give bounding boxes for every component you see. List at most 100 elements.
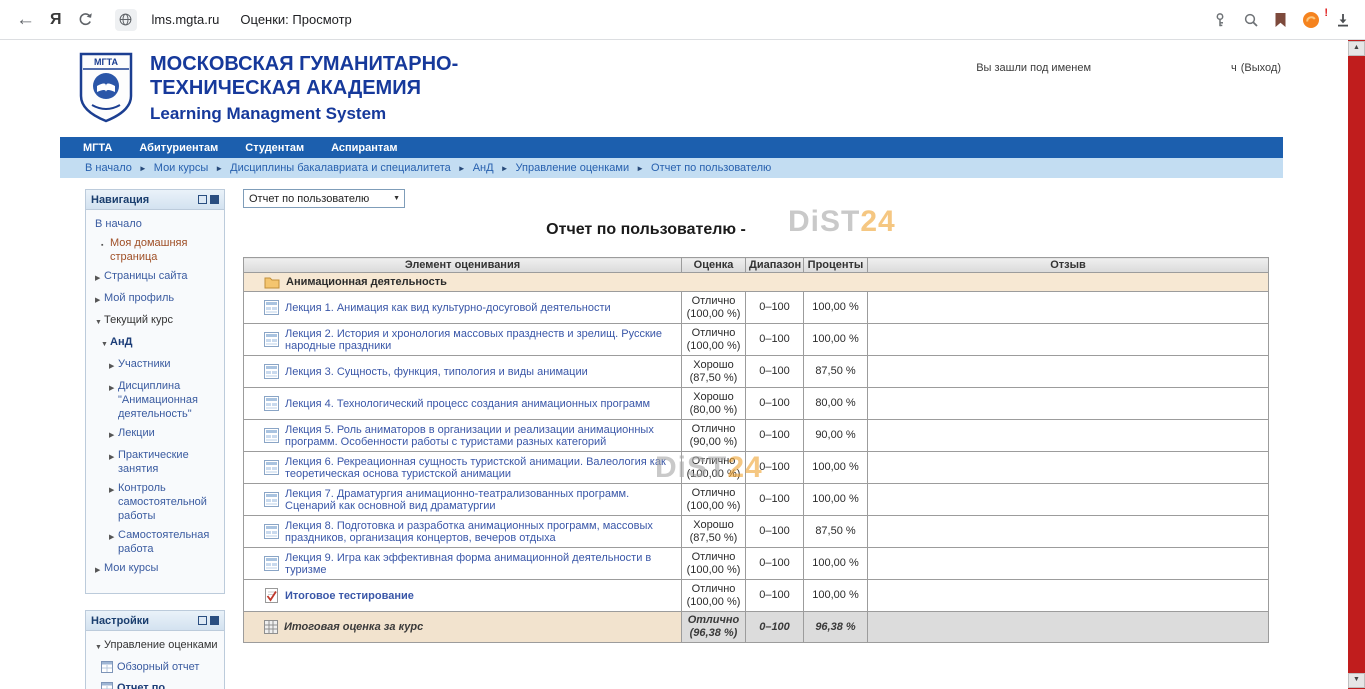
report-type-select[interactable]: Отчет по пользователю ▼ bbox=[243, 189, 405, 208]
tree-toggle-icon[interactable]: ▼ bbox=[95, 313, 104, 330]
col-header-percent: Проценты bbox=[804, 258, 868, 273]
grade-item-link[interactable]: Лекция 8. Подготовка и разработка анимац… bbox=[285, 520, 677, 544]
breadcrumb-link[interactable]: АнД bbox=[473, 162, 494, 174]
site-icon-chip bbox=[115, 9, 137, 31]
back-icon[interactable]: ← bbox=[16, 10, 35, 29]
tree-toggle-icon[interactable]: ▶ bbox=[109, 426, 118, 443]
grade-value: Хорошо bbox=[686, 519, 741, 532]
grade-cell: Хорошо(87,50 %) bbox=[682, 516, 746, 548]
scroll-up-button[interactable]: ▲ bbox=[1348, 41, 1365, 56]
download-icon[interactable] bbox=[1335, 12, 1351, 28]
sidebar-item-label[interactable]: Дисциплина "Анимационная деятельность" bbox=[118, 379, 220, 421]
sidebar-item-label[interactable]: Контроль самостоятельной работы bbox=[118, 481, 220, 523]
breadcrumb-separator-icon: ► bbox=[458, 164, 466, 173]
lesson-icon bbox=[264, 364, 279, 379]
refresh-icon[interactable] bbox=[77, 11, 94, 28]
report-icon bbox=[101, 660, 113, 676]
navigation-block-title: Навигация bbox=[91, 194, 149, 206]
breadcrumb-link[interactable]: Отчет по пользователю bbox=[651, 162, 771, 174]
grade-table-body: Анимационная деятельность Лекция 1. Аним… bbox=[244, 273, 1269, 643]
tree-toggle-icon[interactable]: ▶ bbox=[109, 528, 118, 556]
tree-toggle-icon[interactable]: ▶ bbox=[109, 357, 118, 374]
sidebar-item-label[interactable]: Практические занятия bbox=[118, 448, 220, 476]
browser-page-title[interactable]: Оценки: Просмотр bbox=[240, 12, 351, 27]
breadcrumb-link[interactable]: Дисциплины бакалавриата и специалитета bbox=[230, 162, 451, 174]
mgta-logo[interactable]: МГТА bbox=[78, 52, 134, 129]
range-cell: 0–100 bbox=[746, 484, 804, 516]
sidebar-item-label[interactable]: Обзорный отчет bbox=[117, 660, 199, 676]
sidebar-item: ▪Моя домашняя страница bbox=[101, 236, 220, 264]
sidebar-item-label[interactable]: Лекции bbox=[118, 426, 155, 443]
grade-percent-value: (100,00 %) bbox=[686, 500, 741, 513]
sidebar-item-label[interactable]: Отчет по пользователю bbox=[117, 681, 220, 689]
sidebar-item-label[interactable]: Страницы сайта bbox=[104, 269, 188, 286]
lesson-icon bbox=[264, 332, 279, 347]
grade-item-link[interactable]: Лекция 6. Рекреационная сущность туристс… bbox=[285, 456, 677, 480]
dock-block-icon[interactable] bbox=[210, 195, 219, 204]
lesson-icon bbox=[264, 524, 279, 539]
navbar-item[interactable]: Студентам bbox=[245, 142, 304, 154]
sidebar-item-label[interactable]: В начало bbox=[95, 217, 142, 231]
grade-item-link[interactable]: Лекция 2. История и хронология массовых … bbox=[285, 328, 677, 352]
yandex-logo[interactable]: Я bbox=[50, 11, 62, 29]
navbar-item[interactable]: МГТА bbox=[83, 142, 112, 154]
collapse-block-icon[interactable] bbox=[198, 195, 207, 204]
range-cell: 0–100 bbox=[746, 452, 804, 484]
dock-block-icon[interactable] bbox=[210, 616, 219, 625]
extension-icon[interactable]: ! bbox=[1302, 11, 1320, 29]
sidebar-item-label: Управление оценками bbox=[104, 638, 218, 655]
grade-item-link[interactable]: Лекция 3. Сущность, функция, типология и… bbox=[285, 366, 588, 378]
url-text[interactable]: lms.mgta.ru bbox=[152, 12, 220, 27]
col-header-range: Диапазон bbox=[746, 258, 804, 273]
grade-cell: Хорошо(87,50 %) bbox=[682, 356, 746, 388]
navbar-item[interactable]: Абитуриентам bbox=[139, 142, 218, 154]
search-icon[interactable] bbox=[1243, 12, 1259, 28]
tree-toggle-icon[interactable]: ▼ bbox=[101, 335, 110, 352]
tree-toggle-icon[interactable]: ▶ bbox=[109, 481, 118, 523]
tree-toggle-icon[interactable]: ▶ bbox=[109, 448, 118, 476]
lesson-icon bbox=[264, 460, 279, 475]
report-heading-text: Отчет по пользователю - bbox=[546, 221, 746, 238]
sidebar-item-label[interactable]: Моя домашняя страница bbox=[110, 236, 220, 264]
grade-item-cell: Лекция 6. Рекреационная сущность туристс… bbox=[244, 452, 682, 484]
grade-item-link[interactable]: Лекция 5. Роль аниматоров в организации … bbox=[285, 424, 677, 448]
sidebar-item-label[interactable]: Мой профиль bbox=[104, 291, 174, 308]
tree-toggle-icon[interactable]: ▶ bbox=[109, 379, 118, 421]
sidebar-item-label[interactable]: Самостоятельная работа bbox=[118, 528, 220, 556]
key-icon[interactable] bbox=[1212, 12, 1228, 28]
col-header-item: Элемент оценивания bbox=[244, 258, 682, 273]
breadcrumb-link[interactable]: Мои курсы bbox=[154, 162, 208, 174]
sidebar-item-label[interactable]: Участники bbox=[118, 357, 171, 374]
breadcrumb-link[interactable]: Управление оценками bbox=[516, 162, 630, 174]
percent-cell: 100,00 % bbox=[804, 580, 868, 612]
grade-item-link[interactable]: Лекция 7. Драматургия анимационно-театра… bbox=[285, 488, 677, 512]
tree-toggle-icon[interactable]: ▶ bbox=[95, 561, 104, 578]
grade-item-link[interactable]: Лекция 1. Анимация как вид культурно-дос… bbox=[285, 302, 611, 314]
grade-percent-value: (100,00 %) bbox=[686, 340, 741, 353]
page-inner: МГТА МОСКОВСКАЯ ГУМАНИТАРНО- ТЕХНИЧЕСКАЯ… bbox=[60, 40, 1283, 689]
sidebar-item: ▶Самостоятельная работа bbox=[109, 528, 220, 556]
tree-toggle-icon[interactable]: ▶ bbox=[95, 269, 104, 286]
navbar-item[interactable]: Аспирантам bbox=[331, 142, 397, 154]
tree-toggle-icon[interactable]: ▼ bbox=[95, 638, 104, 655]
tree-toggle-icon[interactable]: ▶ bbox=[95, 291, 104, 308]
grade-item-link[interactable]: Итоговое тестирование bbox=[285, 590, 414, 602]
sidebar-item: ▶Участники bbox=[109, 357, 220, 374]
bookmark-icon[interactable] bbox=[1274, 12, 1287, 28]
collapse-block-icon[interactable] bbox=[198, 616, 207, 625]
sidebar-item: ▼Управление оценками bbox=[95, 638, 220, 655]
mgta-shield-icon: МГТА bbox=[78, 52, 134, 124]
select-value: Отчет по пользователю bbox=[249, 193, 369, 205]
percent-cell: 87,50 % bbox=[804, 356, 868, 388]
grade-item-link[interactable]: Лекция 9. Игра как эффективная форма ани… bbox=[285, 552, 677, 576]
logout-link[interactable]: (Выход) bbox=[1241, 62, 1281, 74]
scroll-down-button[interactable]: ▼ bbox=[1348, 673, 1365, 688]
table-row: Лекция 4. Технологический процесс создан… bbox=[244, 388, 1269, 420]
feedback-cell bbox=[868, 388, 1269, 420]
grade-item-cell: Лекция 2. История и хронология массовых … bbox=[244, 324, 682, 356]
grade-item-link[interactable]: Лекция 4. Технологический процесс создан… bbox=[285, 398, 650, 410]
breadcrumb-link[interactable]: В начало bbox=[85, 162, 132, 174]
grade-value: Отлично bbox=[686, 551, 741, 564]
sidebar-item-label[interactable]: Мои курсы bbox=[104, 561, 158, 578]
sidebar-item-label[interactable]: АнД bbox=[110, 335, 132, 352]
